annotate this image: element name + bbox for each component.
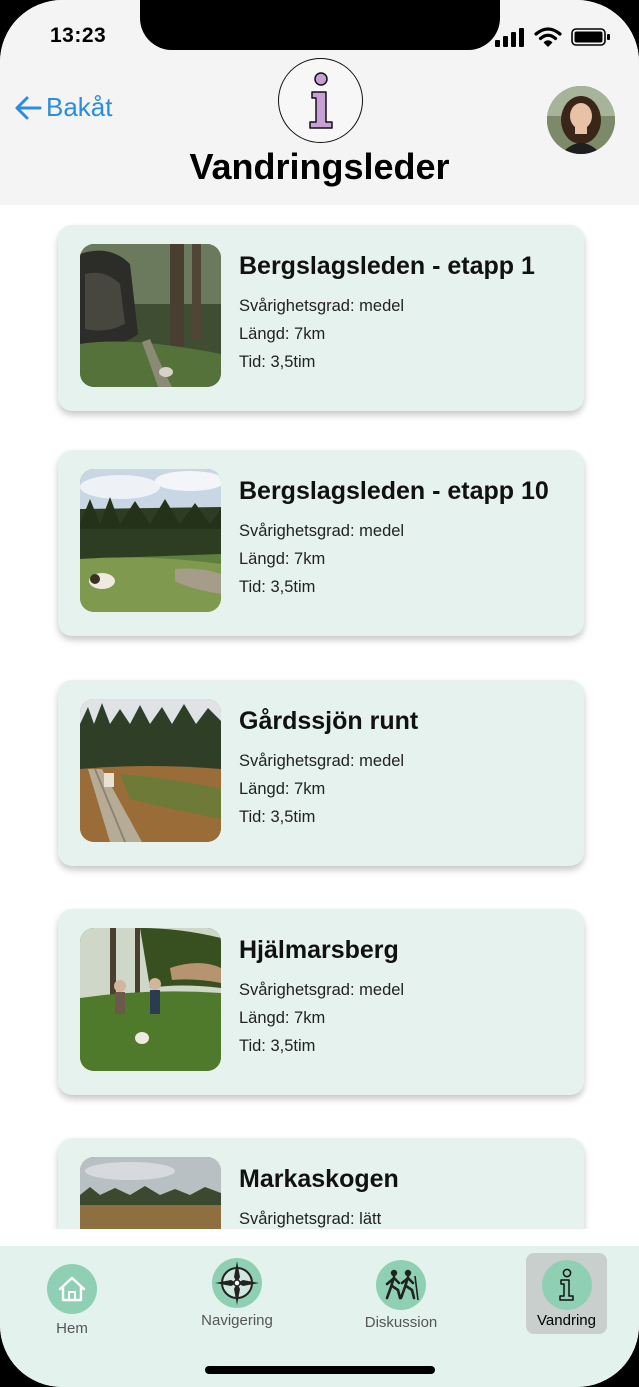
battery-icon — [571, 28, 610, 46]
trail-name: Gårdssjön runt — [239, 707, 419, 735]
trail-length: Längd: 7km — [239, 325, 326, 343]
trail-difficulty: Svårighetsgrad: medel — [239, 981, 405, 999]
trail-time: Tid: 3,5tim — [239, 353, 316, 371]
trail-length: Längd: 7km — [239, 780, 326, 798]
trail-length: Längd: 7km — [239, 1009, 326, 1027]
trail-card[interactable]: Gårdssjön runt Svårighetsgrad: medel Län… — [58, 680, 584, 866]
notch — [140, 0, 500, 50]
tab-hem[interactable]: Hem — [31, 1252, 113, 1337]
tab-diskussion[interactable]: Diskussion — [360, 1252, 442, 1334]
status-icons — [495, 27, 611, 47]
hikers-icon — [376, 1260, 426, 1310]
trail-card[interactable]: Hjälmarsberg Svårighetsgrad: medel Längd… — [58, 909, 584, 1095]
trail-photo — [80, 928, 221, 1071]
trail-time: Tid: 3,5tim — [239, 1037, 316, 1055]
info-icon — [278, 58, 363, 143]
trail-photo — [80, 244, 221, 387]
page-title: Vandringsleder — [189, 146, 450, 187]
tab-label: Vandring — [537, 1312, 596, 1329]
trail-photo — [80, 1157, 221, 1229]
tab-label: Diskussion — [364, 1314, 438, 1331]
back-label: Bakåt — [46, 92, 113, 122]
trail-name: Bergslagsleden - etapp 1 — [239, 252, 535, 280]
phone-screen: Bakåt Vandringsleder 13:23 Bergslagslede… — [0, 0, 639, 1387]
status-time: 13:23 — [50, 24, 107, 47]
wifi-icon — [534, 27, 562, 47]
trail-photo — [80, 699, 221, 842]
info-icon — [541, 1260, 592, 1310]
avatar[interactable] — [547, 86, 615, 154]
tab-label: Hem — [56, 1320, 88, 1337]
back-button[interactable]: Bakåt — [14, 92, 113, 123]
trail-name: Bergslagsleden - etapp 10 — [239, 477, 549, 505]
trail-difficulty: Svårighetsgrad: lätt — [239, 1210, 382, 1228]
arrow-left-icon — [15, 96, 42, 119]
trail-name: Markaskogen — [239, 1165, 399, 1193]
compass-icon — [212, 1258, 262, 1308]
trail-time: Tid: 3,5tim — [239, 578, 316, 596]
tab-navigering[interactable]: Navigering — [196, 1252, 278, 1334]
tab-vandring[interactable]: Vandring — [526, 1253, 607, 1334]
trail-difficulty: Svårighetsgrad: medel — [239, 752, 405, 770]
trail-time: Tid: 3,5tim — [239, 808, 316, 826]
trail-name: Hjälmarsberg — [239, 936, 399, 964]
trail-card[interactable]: Bergslagsleden - etapp 1 Svårighetsgrad:… — [58, 225, 584, 411]
home-indicator[interactable] — [205, 1366, 435, 1374]
trail-difficulty: Svårighetsgrad: medel — [239, 522, 405, 540]
signal-icon — [495, 28, 524, 47]
tab-label: Navigering — [201, 1312, 273, 1329]
trail-length: Längd: 7km — [239, 550, 326, 568]
trail-list[interactable]: Bergslagsleden - etapp 1 Svårighetsgrad:… — [0, 205, 639, 1229]
trail-photo — [80, 469, 221, 612]
home-icon — [47, 1264, 97, 1314]
trail-difficulty: Svårighetsgrad: medel — [239, 297, 405, 315]
trail-card[interactable]: Markaskogen Svårighetsgrad: lätt — [58, 1138, 584, 1229]
trail-card[interactable]: Bergslagsleden - etapp 10 Svårighetsgrad… — [58, 450, 584, 636]
